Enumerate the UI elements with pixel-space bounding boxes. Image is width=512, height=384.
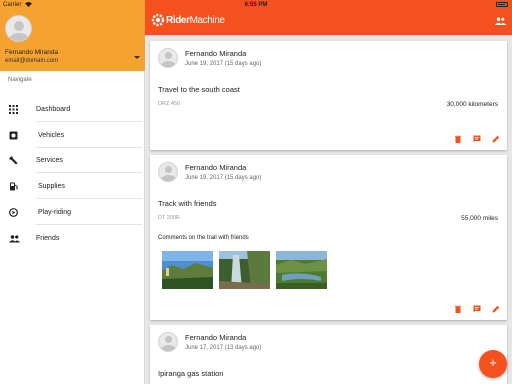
sidebar-item-label: Supplies [38,183,65,190]
activity-feed[interactable]: Fernando Miranda June 19, 2017 (15 days … [145,35,512,384]
user-email: email@domain.com [5,58,59,64]
delete-icon[interactable] [454,305,462,313]
delete-icon[interactable] [454,135,462,143]
post-date: June 19, 2017 (15 days ago) [185,175,262,181]
author-avatar [158,48,178,68]
ride-title: Track with friends [158,199,217,208]
post-date: June 17, 2017 (13 days ago) [185,345,262,351]
sidebar-item-label: Friends [36,235,60,242]
status-time: 6:55 PM [244,2,268,8]
friends-action-icon[interactable] [495,17,506,25]
ride-title: Ipiranga gas station [158,369,224,378]
edit-icon[interactable] [492,305,500,313]
photo-comment: Comments on the trail with friends [158,235,249,241]
add-icon: + [489,355,497,370]
bike-model: DRZ 450 [158,101,181,107]
sidebar-item-dashboard[interactable]: Dashboard [0,97,145,122]
author-avatar [158,162,178,182]
river-photo[interactable] [276,251,327,289]
sidebar-item-friends[interactable]: Friends [0,226,145,251]
sidebar-item-vehicles[interactable]: Vehicles [0,123,145,148]
sidebar-item-label: Services [36,157,63,164]
sidebar-item-play-riding[interactable]: Play-riding [0,200,145,225]
wrench-icon [9,156,18,165]
play-circle-icon [9,208,18,217]
sidebar-item-services[interactable]: Services [0,148,145,173]
people-icon [9,235,20,243]
gear-logo-icon [151,13,165,27]
sidebar-item-label: Vehicles [38,132,65,139]
author-name: Fernando Miranda [185,163,247,172]
battery-icon [496,2,508,7]
engine-icon [9,131,18,140]
feed-card[interactable]: Fernando Miranda June 19, 2017 (15 days … [150,41,507,150]
status-bar: Carrier 6:55 PM [0,0,512,10]
brand-name-right: Machine [189,15,225,26]
nav-section-title: Navigate [8,77,32,83]
sidebar-item-supplies[interactable]: Supplies [0,174,145,199]
author-name: Fernando Miranda [185,49,247,58]
user-avatar[interactable] [5,15,32,42]
account-dropdown-icon[interactable] [134,56,140,59]
brand-name: RiderMachine [166,15,225,26]
fuel-pump-icon [10,182,18,191]
navigation-drawer: Fernando Miranda email@domain.com Naviga… [0,0,145,384]
feed-card[interactable]: Fernando Miranda June 19, 2017 (15 days … [150,155,507,320]
comment-icon[interactable] [473,305,481,313]
ride-distance: 55,000 miles [461,215,498,222]
grid-icon [9,105,18,114]
author-name: Fernando Miranda [185,333,247,342]
post-date: June 19, 2017 (15 days ago) [185,61,262,67]
bike-model: DT 200R [158,215,180,221]
user-name: Fernando Miranda [5,49,59,56]
ride-title: Travel to the south coast [158,85,240,94]
ride-distance: 30,000 kilometers [446,101,498,108]
sidebar-item-label: Play-riding [38,209,72,216]
drawer-header: Fernando Miranda email@domain.com [0,0,145,71]
waterfall-photo[interactable] [219,251,270,289]
edit-icon[interactable] [492,135,500,143]
sidebar-item-label: Dashboard [36,106,71,113]
feed-card[interactable]: Fernando Miranda June 17, 2017 (13 days … [150,325,507,384]
card-actions [454,305,500,314]
comment-icon[interactable] [473,135,481,143]
add-ride-button[interactable]: + [479,350,507,378]
author-avatar [158,332,178,352]
card-actions [454,135,500,144]
brand-name-left: Rider [166,15,190,26]
trail-photo[interactable] [162,251,213,289]
